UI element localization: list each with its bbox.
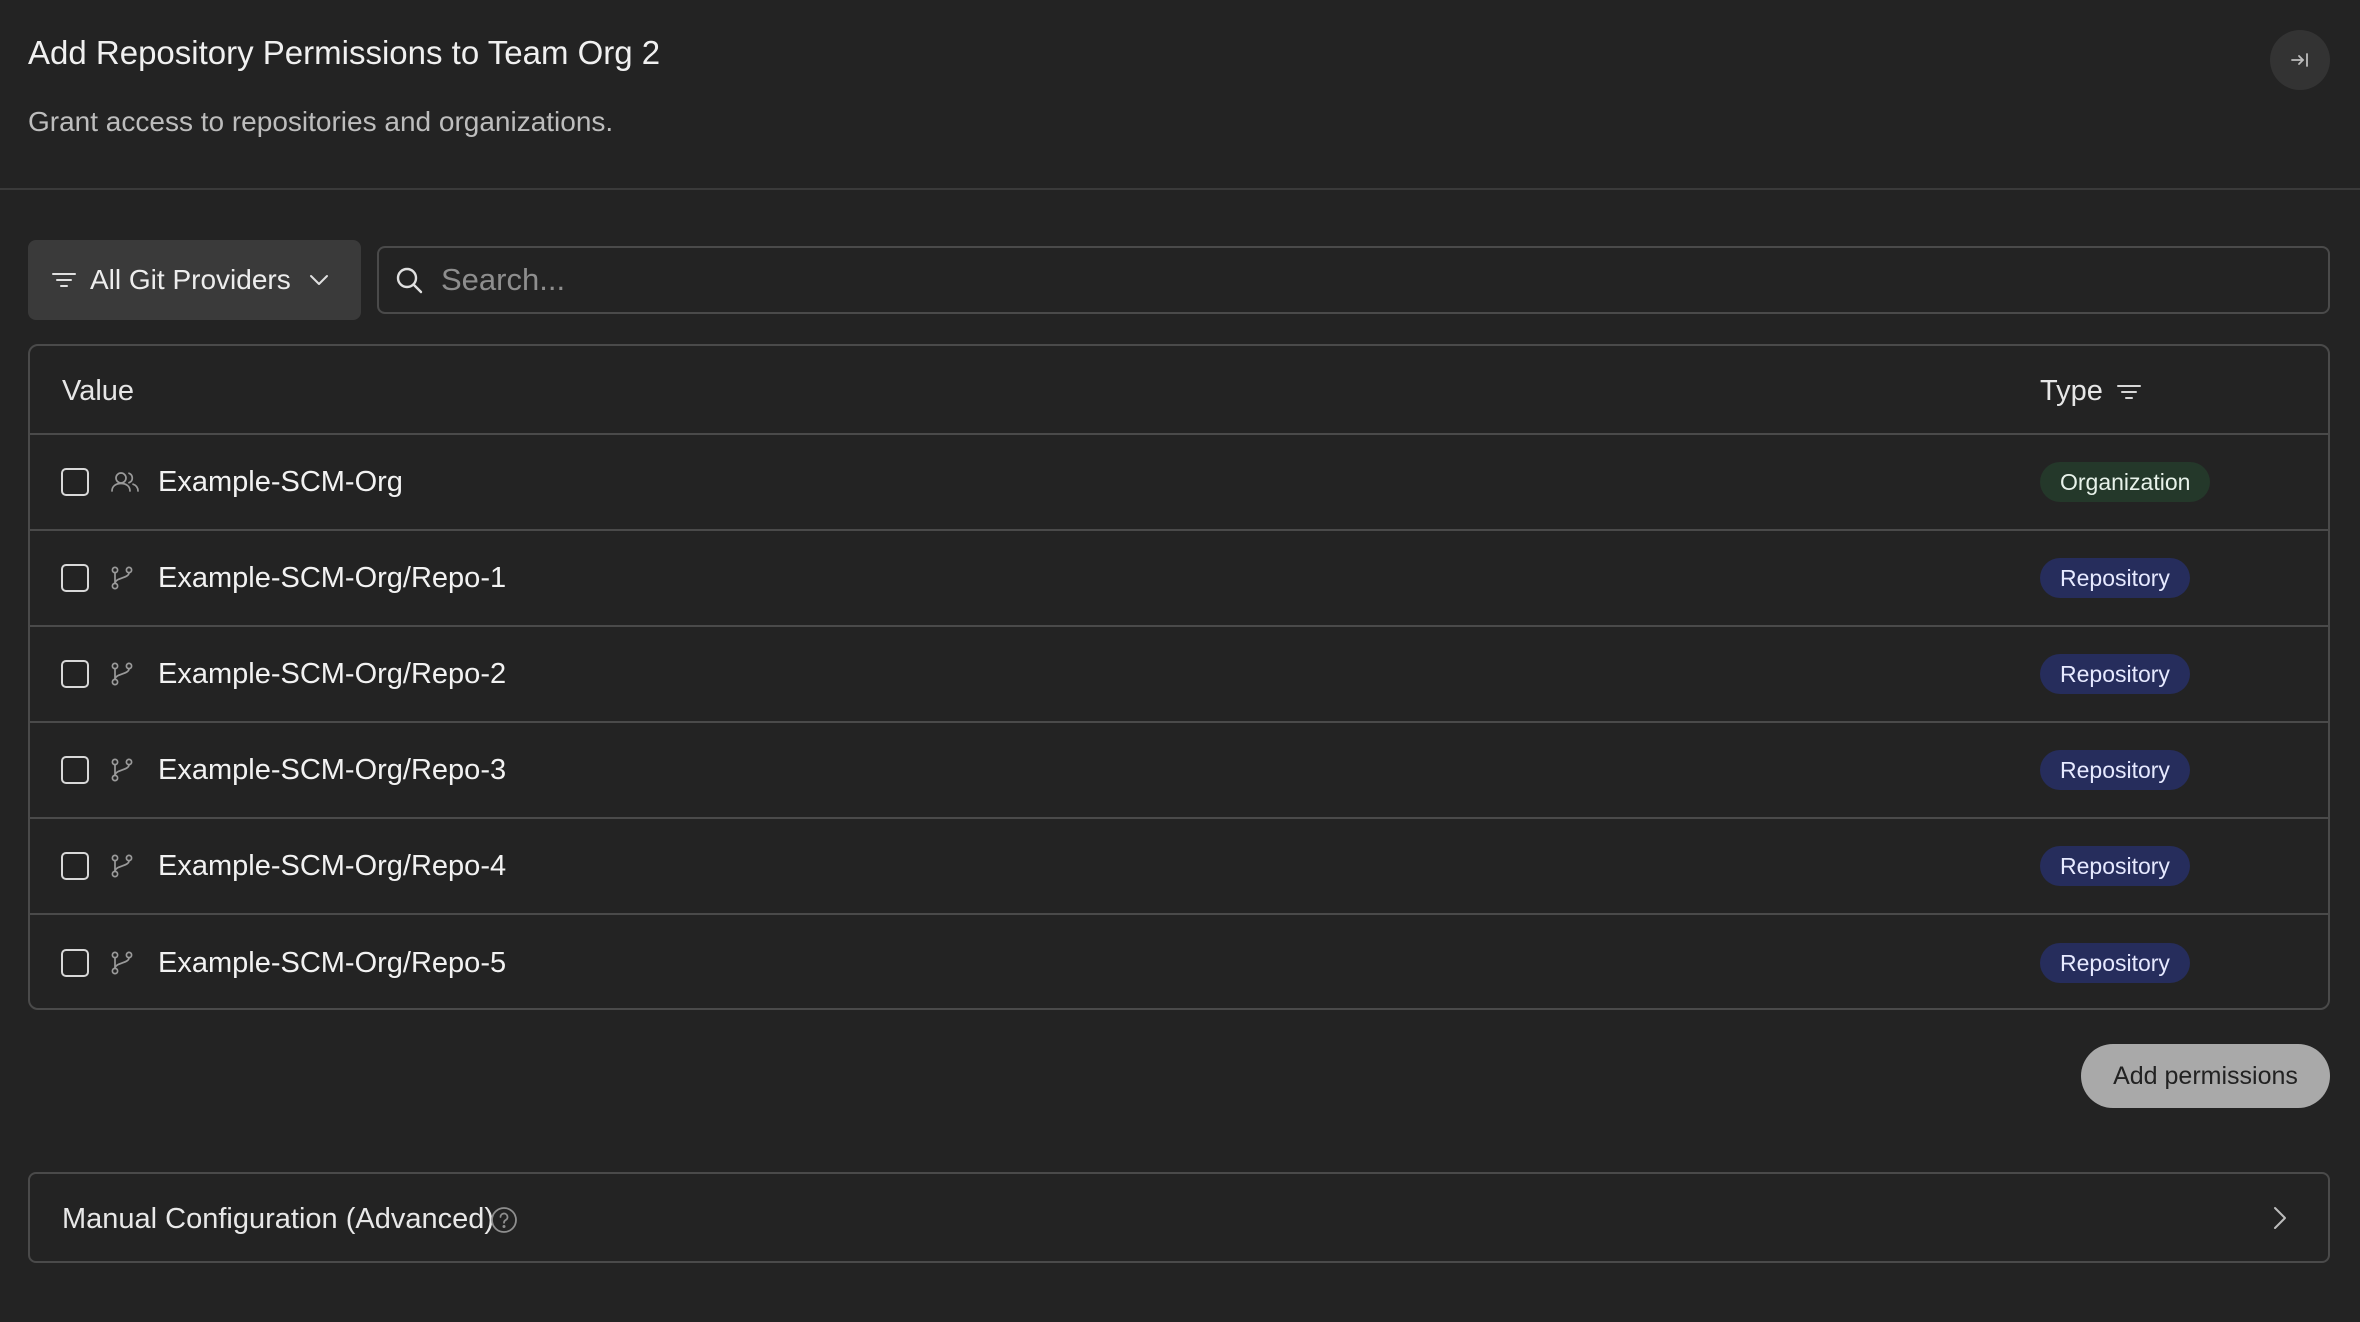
table-row[interactable]: Example-SCM-Org/Repo-4 Repository — [30, 819, 2328, 915]
git-branch-icon — [110, 565, 134, 591]
page-subtitle: Grant access to repositories and organiz… — [28, 106, 614, 137]
row-value-label: Example-SCM-Org/Repo-3 — [158, 753, 507, 786]
git-branch-icon — [110, 757, 134, 783]
row-value-label: Example-SCM-Org/Repo-4 — [158, 849, 507, 882]
row-checkbox[interactable] — [61, 756, 89, 784]
table-row[interactable]: Example-SCM-Org/Repo-5 Repository — [30, 915, 2328, 1008]
page-title: Add Repository Permissions to Team Org 2 — [28, 34, 661, 71]
git-branch-icon — [110, 950, 134, 976]
users-icon — [110, 471, 140, 493]
arrow-to-right-icon — [2291, 53, 2308, 67]
row-checkbox[interactable] — [61, 468, 89, 496]
row-value-label: Example-SCM-Org/Repo-5 — [158, 946, 507, 979]
search-input[interactable] — [439, 261, 2293, 299]
column-header-value: Value — [62, 375, 135, 407]
search-icon — [396, 267, 423, 294]
type-badge: Repository — [2040, 846, 2190, 886]
permissions-table: Value Type Example-SCM-Org Organization Ex… — [28, 344, 2330, 1010]
table-header: Value Type — [30, 346, 2328, 435]
help-circle-icon[interactable] — [490, 1206, 518, 1234]
row-checkbox[interactable] — [61, 660, 89, 688]
type-badge: Organization — [2040, 462, 2211, 502]
git-provider-filter-label: All Git Providers — [90, 264, 291, 295]
manual-configuration-label: Manual Configuration (Advanced) — [62, 1203, 495, 1235]
page-header: Add Repository Permissions to Team Org 2… — [0, 0, 2360, 190]
collapse-panel-button[interactable] — [2270, 30, 2330, 90]
row-value-label: Example-SCM-Org/Repo-2 — [158, 657, 507, 690]
git-provider-filter[interactable]: All Git Providers — [28, 240, 361, 320]
column-header-type[interactable]: Type — [2040, 375, 2141, 408]
manual-configuration-section[interactable]: Manual Configuration (Advanced) — [28, 1172, 2330, 1263]
chevron-down-icon — [309, 275, 328, 285]
git-branch-icon — [110, 853, 134, 879]
type-badge: Repository — [2040, 943, 2190, 983]
table-row[interactable]: Example-SCM-Org/Repo-1 Repository — [30, 531, 2328, 627]
filter-icon[interactable] — [2116, 384, 2141, 400]
table-row[interactable]: Example-SCM-Org/Repo-2 Repository — [30, 627, 2328, 723]
type-badge: Repository — [2040, 750, 2190, 790]
row-value-label: Example-SCM-Org — [158, 465, 403, 498]
row-value-label: Example-SCM-Org/Repo-1 — [158, 561, 507, 594]
column-header-type-label: Type — [2040, 375, 2103, 407]
add-permissions-button[interactable]: Add permissions — [2081, 1044, 2330, 1108]
filter-icon — [52, 273, 76, 287]
row-checkbox[interactable] — [61, 852, 89, 880]
git-branch-icon — [110, 661, 134, 687]
table-body: Example-SCM-Org Organization Example-SCM-O… — [30, 435, 2328, 1008]
type-badge: Repository — [2040, 558, 2190, 598]
search-box[interactable] — [377, 246, 2330, 314]
type-badge: Repository — [2040, 654, 2190, 694]
row-checkbox[interactable] — [61, 564, 89, 592]
table-row[interactable]: Example-SCM-Org/Repo-3 Repository — [30, 723, 2328, 819]
chevron-right-icon — [2274, 1207, 2286, 1229]
row-checkbox[interactable] — [61, 949, 89, 977]
table-row[interactable]: Example-SCM-Org Organization — [30, 435, 2328, 531]
